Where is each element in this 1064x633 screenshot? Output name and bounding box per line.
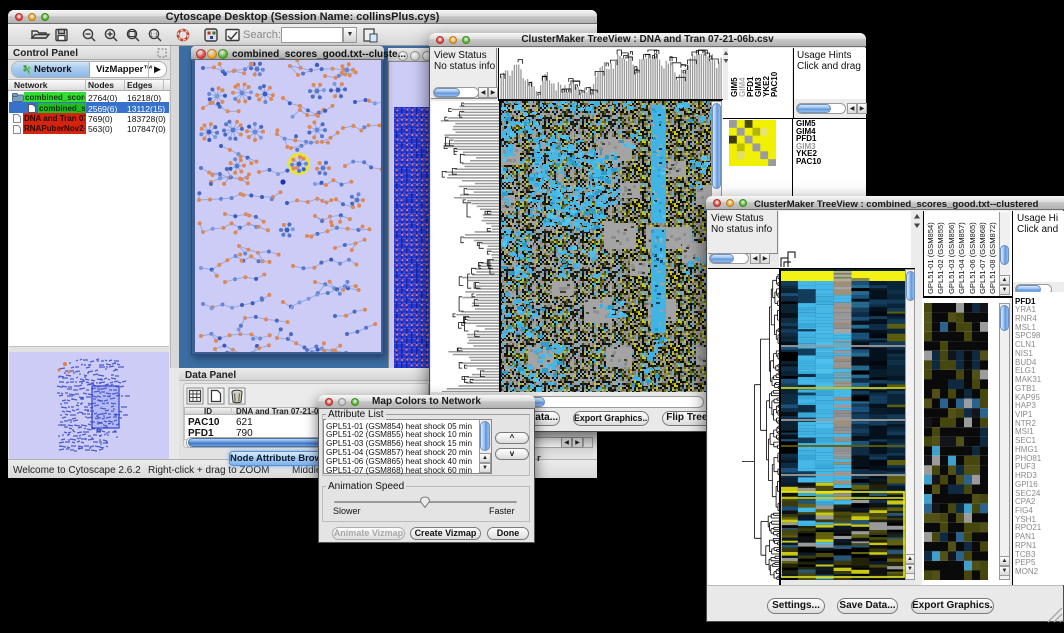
svg-text:1:1: 1:1 [150, 32, 158, 38]
